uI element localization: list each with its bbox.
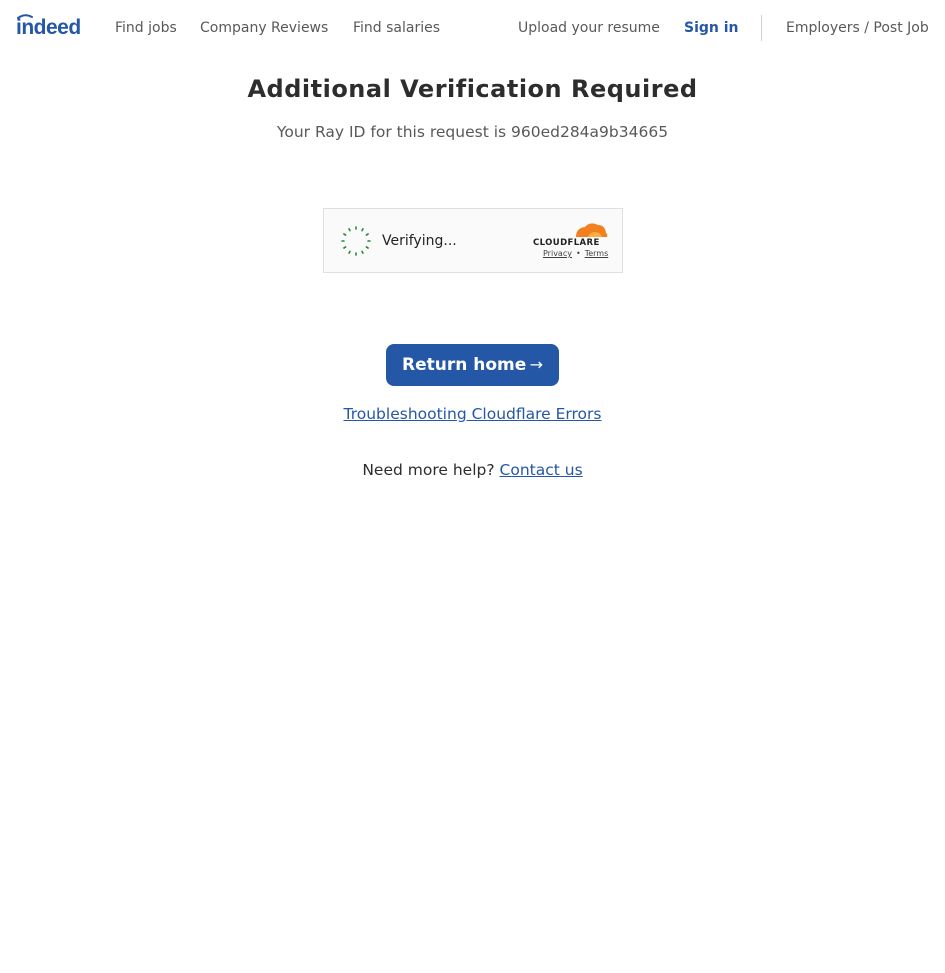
captcha-terms-link[interactable]: Terms	[585, 249, 609, 258]
page-title: Additional Verification Required	[247, 75, 698, 103]
nav-upload-resume[interactable]: Upload your resume	[518, 18, 660, 38]
nav-company-reviews[interactable]: Company Reviews	[200, 18, 328, 38]
help-section: Need more help? Contact us	[0, 459, 945, 481]
indeed-logo-icon[interactable]: indeed	[16, 14, 92, 38]
arrow-right-icon: →	[529, 355, 543, 374]
return-home-label: Return home	[402, 355, 527, 375]
captcha-footer-links: Privacy • Terms	[543, 249, 608, 258]
sign-in-link[interactable]: Sign in	[684, 18, 739, 38]
nav-employers-post-job[interactable]: Employers / Post Job	[786, 18, 929, 38]
ray-id-text: Your Ray ID for this request is 960ed284…	[276, 123, 669, 141]
captcha-privacy-link[interactable]: Privacy	[543, 249, 572, 258]
help-prefix-text: Need more help?	[362, 461, 495, 479]
captcha-status-text: Verifying...	[382, 233, 457, 249]
cloudflare-brand: CLOUDFLARE	[533, 238, 600, 248]
captcha-separator: •	[575, 249, 581, 258]
nav-divider	[761, 15, 762, 41]
logo-wordmark: indeed	[16, 16, 81, 38]
troubleshooting-section: Troubleshooting Cloudflare Errors	[0, 403, 945, 425]
cloudflare-captcha-widget[interactable]: Verifying... CLOUDFLARE Privacy • Terms	[323, 208, 623, 273]
loading-spinner-icon	[341, 226, 371, 256]
return-home-button[interactable]: Return home →	[386, 344, 559, 386]
nav-find-jobs[interactable]: Find jobs	[115, 18, 177, 38]
troubleshooting-link[interactable]: Troubleshooting Cloudflare Errors	[344, 405, 602, 423]
nav-find-salaries[interactable]: Find salaries	[353, 18, 440, 38]
contact-us-link[interactable]: Contact us	[500, 461, 583, 479]
site-header: indeed Find jobs Company Reviews Find sa…	[0, 0, 945, 56]
